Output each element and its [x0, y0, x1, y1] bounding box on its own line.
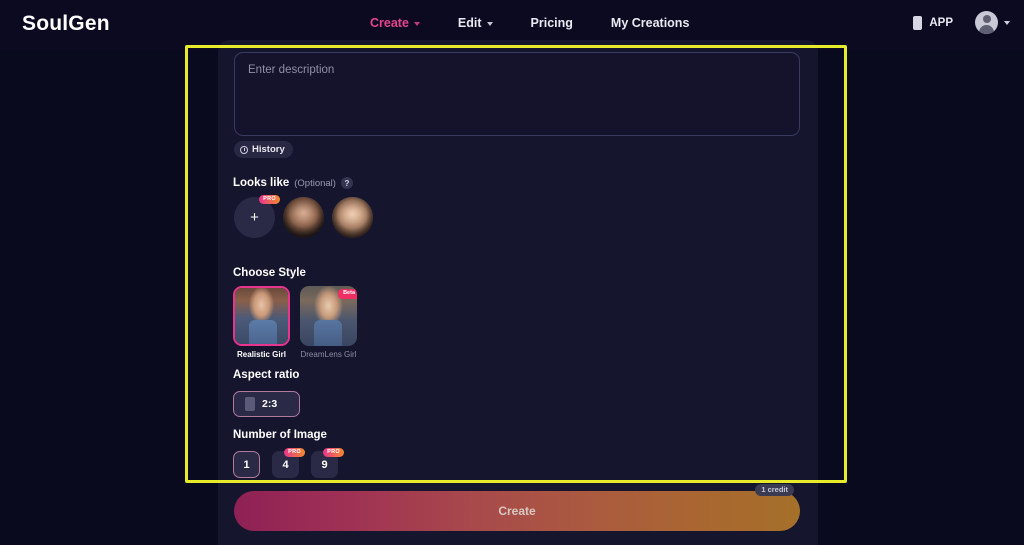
phone-icon	[913, 15, 923, 30]
description-placeholder: Enter description	[248, 64, 335, 76]
choose-style-options: Realistic Girl Beta DreamLens Girl	[233, 286, 357, 359]
create-button-label: Create	[498, 504, 536, 518]
style-option-realistic-girl[interactable]: Realistic Girl	[233, 286, 290, 359]
style-option-label: Realistic Girl	[237, 350, 286, 359]
nav-item-create[interactable]: Create	[370, 16, 420, 30]
aspect-ratio-label: Aspect ratio	[233, 369, 300, 381]
style-image	[235, 288, 288, 344]
account-menu[interactable]	[975, 11, 1010, 34]
looks-like-options: + PRO	[234, 195, 373, 238]
add-face-plus: +	[250, 209, 259, 226]
history-button[interactable]: History	[234, 141, 293, 158]
nav-item-edit-label: Edit	[457, 16, 482, 30]
style-thumbnail: Beta	[300, 286, 357, 346]
credit-cost-badge: 1 credit	[755, 484, 794, 496]
number-option-9[interactable]: 9 PRO	[311, 448, 344, 478]
avatar	[975, 11, 998, 34]
app-label: APP	[929, 16, 953, 29]
face-thumbnail-2[interactable]	[332, 197, 373, 238]
history-label: History	[252, 144, 285, 155]
style-thumbnail	[233, 286, 290, 346]
beta-badge: Beta	[338, 289, 357, 299]
number-option-value: 4	[282, 458, 289, 471]
number-option-value: 9	[321, 458, 328, 471]
chevron-down-icon	[486, 22, 493, 26]
looks-like-title: Looks like	[233, 177, 290, 189]
chevron-down-icon	[413, 22, 420, 26]
number-of-image-label: Number of Image	[233, 429, 327, 441]
description-input[interactable]: Enter description	[234, 52, 800, 136]
rectangle-icon	[245, 397, 255, 411]
nav-item-pricing-label: Pricing	[530, 16, 573, 30]
clock-icon	[240, 145, 248, 154]
number-option-4[interactable]: 4 PRO	[272, 448, 305, 478]
style-option-dreamlens-girl[interactable]: Beta DreamLens Girl	[300, 286, 357, 359]
pro-badge: PRO	[323, 448, 344, 457]
help-icon[interactable]: ?	[340, 177, 353, 189]
soulgen-logo[interactable]: SoulGen	[22, 12, 110, 36]
add-face-button[interactable]: + PRO	[234, 195, 280, 238]
nav-item-my-creations[interactable]: My Creations	[611, 16, 690, 30]
main-nav: Create Edit Pricing My Creations	[370, 16, 689, 30]
create-button[interactable]: Create 1 credit	[234, 484, 800, 531]
chevron-down-icon	[1004, 20, 1010, 25]
choose-style-label: Choose Style	[233, 267, 306, 279]
nav-item-my-creations-label: My Creations	[610, 16, 690, 30]
app-download-button[interactable]: APP	[913, 15, 953, 30]
face-thumbnail-1[interactable]	[283, 197, 324, 238]
aspect-ratio-option-2-3[interactable]: 2:3	[233, 391, 300, 417]
number-option-1[interactable]: 1	[233, 451, 260, 478]
pro-badge: PRO	[284, 448, 305, 457]
nav-item-pricing[interactable]: Pricing	[531, 16, 573, 30]
pro-badge: PRO	[259, 195, 280, 204]
nav-item-create-label: Create	[370, 16, 409, 30]
aspect-ratio-value: 2:3	[262, 398, 278, 410]
style-option-label: DreamLens Girl	[300, 350, 357, 359]
nav-item-edit[interactable]: Edit	[458, 16, 493, 30]
header-right-group: APP	[913, 11, 1010, 34]
looks-like-optional: (Optional)	[294, 177, 336, 189]
number-of-image-options: 1 4 PRO 9 PRO	[233, 448, 344, 478]
number-option-value: 1	[243, 458, 250, 471]
looks-like-label: Looks like (Optional) ?	[233, 177, 353, 189]
aspect-ratio-options: 2:3	[233, 391, 300, 417]
